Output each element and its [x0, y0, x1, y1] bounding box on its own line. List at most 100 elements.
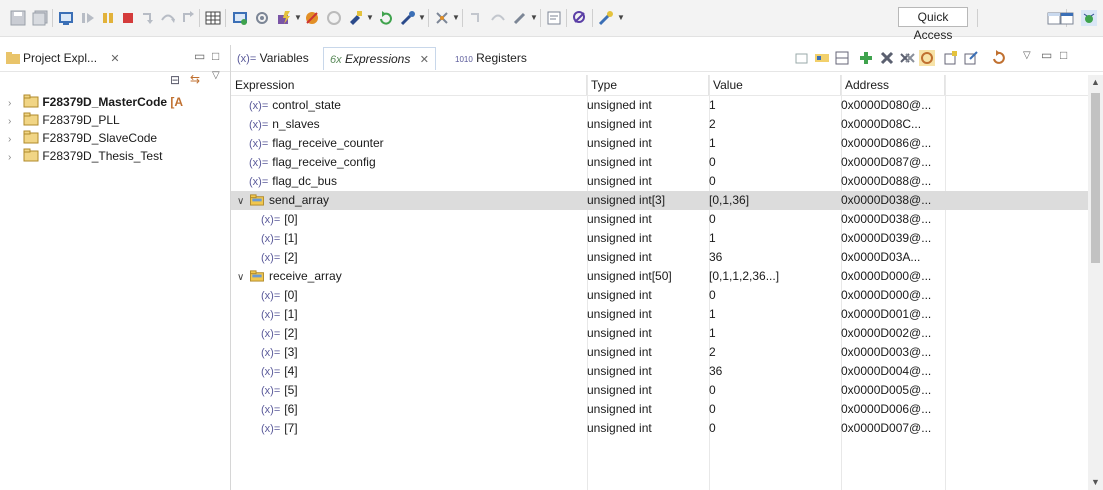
expression-cell[interactable]: (x)= [2] — [231, 324, 613, 343]
brush-icon[interactable] — [348, 10, 364, 26]
expression-cell[interactable]: (x)= flag_dc_bus — [231, 172, 601, 191]
expression-cell[interactable]: (x)= control_state — [231, 96, 601, 115]
value-cell[interactable]: 0 — [709, 153, 839, 172]
resume-icon[interactable] — [80, 10, 96, 26]
wand-icon[interactable] — [400, 10, 416, 26]
view-menu-icon[interactable]: ▽ — [212, 70, 220, 81]
tab-registers[interactable]: 1010 Registers — [455, 49, 527, 67]
value-cell[interactable]: 0 — [709, 286, 839, 305]
remove-all-icon[interactable] — [899, 50, 915, 66]
maximize-icon[interactable]: □ — [212, 49, 219, 63]
refresh-icon[interactable] — [919, 50, 935, 66]
chevron-down-icon[interactable]: ▼ — [294, 13, 302, 22]
table-row[interactable]: (x)= control_state unsigned int 1 0x0000D080… — [231, 96, 1088, 115]
value-cell[interactable]: [0,1,36] — [709, 191, 839, 210]
table-row[interactable]: (x)= [0] unsigned int 0 0x0000D038@... — [231, 210, 1088, 229]
maximize-icon[interactable]: □ — [1060, 48, 1067, 62]
column-header-expression[interactable]: Expression — [231, 75, 587, 95]
table-row[interactable]: (x)= [7] unsigned int 0 0x0000D007@... — [231, 419, 1088, 438]
minimize-icon[interactable]: ▭ — [1041, 48, 1052, 62]
project-item[interactable]: › F28379D_SlaveCode — [8, 129, 157, 147]
chevron-down-icon[interactable]: ▼ — [418, 13, 426, 22]
table-row[interactable]: (x)= [6] unsigned int 0 0x0000D006@... — [231, 400, 1088, 419]
expression-cell[interactable]: (x)= [0] — [231, 210, 613, 229]
expression-cell[interactable]: (x)= [1] — [231, 305, 613, 324]
chevron-down-icon[interactable]: ∨ — [237, 192, 249, 210]
add-expression-icon[interactable] — [858, 50, 874, 66]
debug-icon[interactable] — [232, 10, 248, 26]
gear-icon[interactable] — [254, 10, 270, 26]
suspend-icon[interactable] — [100, 10, 116, 26]
value-cell[interactable]: [0,1,1,2,36...] — [709, 267, 839, 286]
value-cell[interactable]: 0 — [709, 400, 839, 419]
column-header-value[interactable]: Value — [709, 75, 841, 95]
table-row[interactable]: (x)= [0] unsigned int 0 0x0000D000@... — [231, 286, 1088, 305]
ccs-debug-perspective-icon[interactable] — [1081, 10, 1097, 26]
view-menu-icon[interactable]: ▽ — [1023, 50, 1031, 61]
minimize-icon[interactable]: ▭ — [194, 49, 205, 63]
value-cell[interactable]: 1 — [709, 305, 839, 324]
table-row[interactable]: (x)= flag_receive_config unsigned int 0 0x00… — [231, 153, 1088, 172]
table-row[interactable]: ∨ send_array unsigned int[3] [0,1,36] 0x0000… — [231, 191, 1088, 210]
remove-icon[interactable] — [879, 50, 895, 66]
value-cell[interactable]: 0 — [709, 381, 839, 400]
value-cell[interactable]: 0 — [709, 419, 839, 438]
table-row[interactable]: (x)= [2] unsigned int 36 0x0000D03A... — [231, 248, 1088, 267]
ccs-edit-perspective-icon[interactable] — [1060, 10, 1076, 26]
expression-cell[interactable]: (x)= [3] — [231, 343, 613, 362]
value-cell[interactable]: 36 — [709, 362, 839, 381]
value-cell[interactable]: 1 — [709, 134, 839, 153]
chevron-down-icon[interactable]: ▼ — [452, 13, 460, 22]
expression-cell[interactable]: (x)= flag_receive_config — [231, 153, 601, 172]
value-cell[interactable]: 1 — [709, 229, 839, 248]
table-row[interactable]: (x)= [5] unsigned int 0 0x0000D005@... — [231, 381, 1088, 400]
expression-cell[interactable]: (x)= [7] — [231, 419, 613, 438]
value-cell[interactable]: 2 — [709, 343, 839, 362]
chevron-down-icon[interactable]: ▼ — [366, 13, 374, 22]
step-return-icon[interactable] — [180, 10, 196, 26]
flash-icon[interactable] — [276, 10, 292, 26]
save-all-icon[interactable] — [32, 10, 48, 26]
expression-cell[interactable]: (x)= [0] — [231, 286, 613, 305]
table-row[interactable]: ∨ receive_array unsigned int[50] [0,1,1,2,3… — [231, 267, 1088, 286]
vertical-scrollbar[interactable]: ▲ ▼ — [1088, 75, 1103, 490]
tab-expressions[interactable]: 6x Expressions ✕ — [323, 47, 436, 70]
value-cell[interactable]: 1 — [709, 96, 839, 115]
value-cell[interactable]: 0 — [709, 172, 839, 191]
tab-variables[interactable]: (x)= Variables — [237, 49, 309, 67]
chevron-down-icon[interactable]: ∨ — [237, 268, 249, 286]
expression-cell[interactable]: ∨ receive_array — [231, 267, 589, 286]
quick-access-field[interactable]: Quick Access — [898, 7, 968, 42]
project-item[interactable]: › F28379D_MasterCode [A — [8, 93, 183, 111]
close-icon[interactable]: ✕ — [110, 53, 119, 65]
step-over-icon[interactable] — [160, 10, 176, 26]
table-row[interactable]: (x)= n_slaves unsigned int 2 0x0000D08C... — [231, 115, 1088, 134]
value-cell[interactable]: 2 — [709, 115, 839, 134]
value-cell[interactable]: 0 — [709, 210, 839, 229]
step-into-icon[interactable] — [140, 10, 156, 26]
terminate-icon[interactable] — [120, 10, 136, 26]
value-cell[interactable]: 1 — [709, 324, 839, 343]
export-icon[interactable] — [963, 50, 979, 66]
loop-icon[interactable] — [490, 10, 506, 26]
scrollbar-thumb[interactable] — [1091, 93, 1100, 263]
link-with-editor-icon[interactable]: ⇆ — [190, 72, 200, 86]
tab-project-explorer[interactable]: Project Expl... ✕ — [6, 49, 120, 67]
tools-icon[interactable] — [434, 10, 450, 26]
breakpoint-disabled-icon[interactable] — [326, 10, 342, 26]
chevron-down-icon[interactable]: ▼ — [617, 13, 625, 22]
table-row[interactable]: (x)= [1] unsigned int 1 0x0000D039@... — [231, 229, 1088, 248]
table-row[interactable]: (x)= [2] unsigned int 1 0x0000D002@... — [231, 324, 1088, 343]
project-item[interactable]: › F28379D_PLL — [8, 111, 120, 129]
scroll-down-icon[interactable]: ▼ — [1091, 477, 1100, 487]
search-icon[interactable] — [572, 10, 588, 26]
link-icon[interactable] — [598, 10, 614, 26]
expression-cell[interactable]: (x)= flag_receive_counter — [231, 134, 601, 153]
table-row[interactable]: (x)= [1] unsigned int 1 0x0000D001@... — [231, 305, 1088, 324]
expression-cell[interactable]: (x)= n_slaves — [231, 115, 601, 134]
breakpoint-icon[interactable] — [304, 10, 320, 26]
expression-cell[interactable]: (x)= [6] — [231, 400, 613, 419]
table-row[interactable]: (x)= [3] unsigned int 2 0x0000D003@... — [231, 343, 1088, 362]
expression-cell[interactable]: (x)= [2] — [231, 248, 613, 267]
show-type-names-icon[interactable] — [814, 50, 830, 66]
